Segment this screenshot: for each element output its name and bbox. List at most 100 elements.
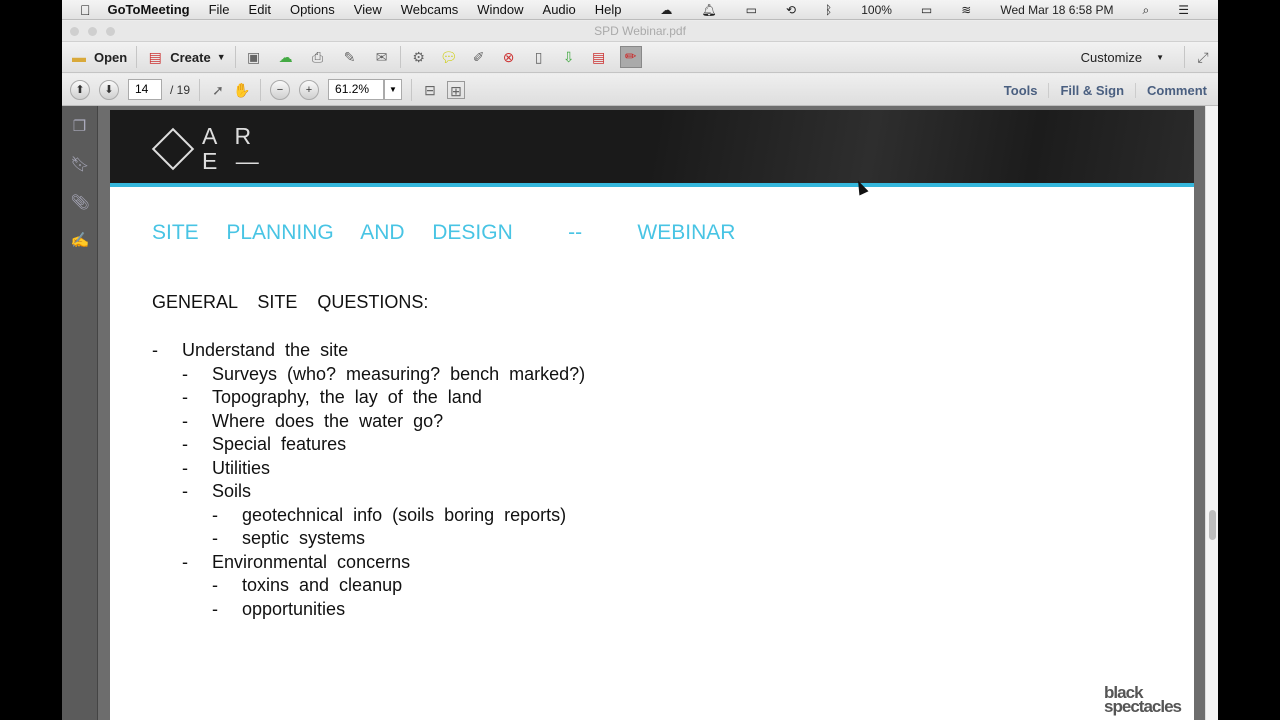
signatures-icon[interactable]: ✍ bbox=[71, 231, 90, 249]
hand-tool-icon[interactable]: ✋ bbox=[233, 81, 251, 99]
open-button[interactable]: ▬ Open bbox=[70, 48, 127, 66]
logo-line2: E — bbox=[202, 148, 265, 174]
menu-app[interactable]: GoToMeeting bbox=[108, 2, 190, 17]
list-item: - toxins and cleanup bbox=[212, 575, 403, 595]
print-icon[interactable]: ⎙ bbox=[309, 48, 327, 66]
page-total: / 19 bbox=[170, 82, 191, 97]
menu-window[interactable]: Window bbox=[477, 2, 523, 17]
airplay-icon[interactable]: ▭ bbox=[746, 3, 757, 17]
bell-icon[interactable]: 🔔︎ bbox=[701, 3, 716, 17]
save-icon[interactable]: ▣ bbox=[245, 48, 263, 66]
list-item-text: septic systems bbox=[242, 528, 366, 548]
list-item: - Understand the site bbox=[152, 340, 349, 360]
create-label: Create bbox=[170, 49, 211, 65]
wifi-icon[interactable]: ≋ bbox=[961, 3, 971, 17]
clock[interactable]: Wed Mar 18 6:58 PM bbox=[1000, 3, 1113, 17]
status-area: ☁ 🔔︎ ▭ ⟲ ᛒ 100% ▭ ≋ Wed Mar 18 6:58 PM ⌕… bbox=[660, 0, 1208, 20]
main-toolbar: ▬ Open ▤ Create ▼ ▣ ☁ ⎙ ✎ ✉ ⚙ 💬︎ ✐ ⊗ ▯ ⇩ ▤ … bbox=[62, 42, 1218, 73]
menu-edit[interactable]: Edit bbox=[249, 2, 271, 17]
list-item: - Special features bbox=[182, 434, 347, 454]
list-item: - geotechnical info (soils boring reports… bbox=[212, 504, 567, 525]
chevron-down-icon: ▼ bbox=[216, 52, 226, 62]
pdf-page: A RE — SITE PLANNING AND DESIGN -- WEBIN… bbox=[110, 110, 1194, 720]
email-icon[interactable]: ✉ bbox=[373, 48, 391, 66]
tools-tab[interactable]: Tools bbox=[993, 83, 1049, 98]
section-heading: GENERAL SITE QUESTIONS: bbox=[152, 292, 429, 312]
title-bar: SPD Webinar.pdf bbox=[62, 21, 1218, 42]
list-item-text: Environmental concerns bbox=[212, 551, 411, 572]
chevron-down-icon: ▼ bbox=[1156, 52, 1164, 62]
menu-webcams[interactable]: Webcams bbox=[401, 2, 459, 17]
gear-icon[interactable]: ⚙ bbox=[410, 48, 428, 66]
form-icon[interactable]: ▤ bbox=[590, 48, 608, 66]
pen-icon[interactable]: ✏ bbox=[619, 46, 642, 68]
list-item-text: Soils bbox=[212, 481, 252, 501]
menu-file[interactable]: File bbox=[209, 2, 230, 17]
open-label: Open bbox=[94, 49, 128, 65]
menu-help[interactable]: Help bbox=[595, 2, 622, 17]
menubar:  GoToMeeting File Edit Options View Web… bbox=[62, 0, 1218, 20]
attachments-icon[interactable]: 📎︎ bbox=[71, 193, 90, 211]
previous-page-icon[interactable]: ⬆ bbox=[70, 79, 90, 100]
comment-tab[interactable]: Comment bbox=[1135, 82, 1218, 98]
create-button[interactable]: ▤ Create ▼ bbox=[146, 48, 226, 66]
black-spectacles-logo: black spectacles bbox=[1104, 683, 1182, 716]
select-tool-icon[interactable]: ➚ bbox=[209, 81, 227, 99]
highlight-icon[interactable]: ✐ bbox=[470, 48, 488, 66]
export-icon[interactable]: ⇩ bbox=[560, 48, 578, 66]
menu-options[interactable]: Options bbox=[290, 2, 335, 17]
list-item: - Surveys (who? measuring? bench marked?) bbox=[182, 363, 586, 384]
page-number-input[interactable]: 14 bbox=[128, 79, 162, 100]
menu-view[interactable]: View bbox=[354, 2, 382, 17]
create-pdf-icon: ▤ bbox=[148, 49, 162, 65]
edit-icon[interactable]: ✎ bbox=[341, 48, 359, 66]
list-item-text: Where does the water go? bbox=[212, 410, 444, 431]
fullscreen-icon[interactable]: ⤢ bbox=[1194, 48, 1212, 66]
list-item: - Environmental concerns bbox=[182, 551, 411, 572]
battery-percent: 100% bbox=[861, 3, 892, 17]
cloud-upload-icon[interactable]: ☁ bbox=[277, 48, 295, 66]
zoom-dropdown[interactable]: ▼ bbox=[384, 79, 403, 100]
zoom-in-icon[interactable]: + bbox=[299, 79, 320, 100]
list-icon[interactable]: ☰ bbox=[1178, 3, 1189, 17]
list-item-text: Understand the site bbox=[182, 340, 349, 360]
acrobat-window:  GoToMeeting File Edit Options View Web… bbox=[62, 0, 1218, 720]
list-item-text: Topography, the lay of the land bbox=[212, 387, 482, 407]
navigation-toolbar: ⬆ ⬇ 14 / 19 ➚ ✋ − + 61.2% ▼ ⊟ ⊞ Tools Fi… bbox=[62, 74, 1218, 106]
vertical-scrollbar[interactable] bbox=[1205, 106, 1218, 720]
zoom-out-icon[interactable]: − bbox=[270, 79, 291, 100]
window-title: SPD Webinar.pdf bbox=[594, 24, 686, 38]
comment-icon[interactable]: 💬︎ bbox=[440, 48, 458, 66]
document-area: A RE — SITE PLANNING AND DESIGN -- WEBIN… bbox=[98, 106, 1205, 720]
list-item: - Where does the water go? bbox=[182, 410, 444, 431]
bookmarks-icon[interactable]: 🔖︎ bbox=[71, 155, 90, 173]
battery-icon[interactable]: ▭ bbox=[921, 3, 932, 17]
customize-label: Customize bbox=[1080, 49, 1143, 65]
list-item: - Utilities bbox=[182, 457, 271, 478]
scrollbar-thumb[interactable] bbox=[1209, 510, 1216, 540]
list-item: - Soils bbox=[182, 481, 252, 501]
time-machine-icon[interactable]: ⟲ bbox=[786, 3, 796, 17]
zoom-input[interactable]: 61.2% bbox=[328, 79, 385, 100]
fit-page-icon[interactable]: ⊞ bbox=[447, 80, 466, 99]
customize-button[interactable]: Customize ▼ bbox=[1081, 50, 1164, 65]
question-list: - Understand the site - Surveys (who? measu… bbox=[152, 340, 585, 622]
apple-icon[interactable]:  bbox=[80, 2, 91, 18]
search-icon[interactable]: ⌕ bbox=[1143, 3, 1150, 18]
next-page-icon[interactable]: ⬇ bbox=[99, 79, 119, 100]
delete-page-icon[interactable]: ⊗ bbox=[500, 48, 518, 66]
list-item-text: opportunities bbox=[242, 598, 346, 619]
fit-width-icon[interactable]: ⊟ bbox=[421, 81, 439, 99]
list-item-text: toxins and cleanup bbox=[242, 575, 403, 595]
list-item-text: Utilities bbox=[212, 457, 271, 478]
list-item: - Topography, the lay of the land bbox=[182, 387, 482, 407]
bluetooth-icon[interactable]: ᛒ bbox=[825, 3, 832, 17]
page-thumbnails-icon[interactable]: ❐ bbox=[71, 117, 89, 135]
slide-title: SITE PLANNING AND DESIGN -- WEBINAR bbox=[152, 221, 736, 244]
logo-line1: A R bbox=[202, 123, 258, 149]
navigation-pane: ❐ 🔖︎ 📎︎ ✍ bbox=[62, 106, 98, 720]
page-settings-icon[interactable]: ▯ bbox=[530, 48, 548, 66]
fill-sign-tab[interactable]: Fill & Sign bbox=[1048, 82, 1135, 98]
cloud-icon[interactable]: ☁ bbox=[660, 3, 672, 17]
menu-audio[interactable]: Audio bbox=[543, 2, 576, 17]
